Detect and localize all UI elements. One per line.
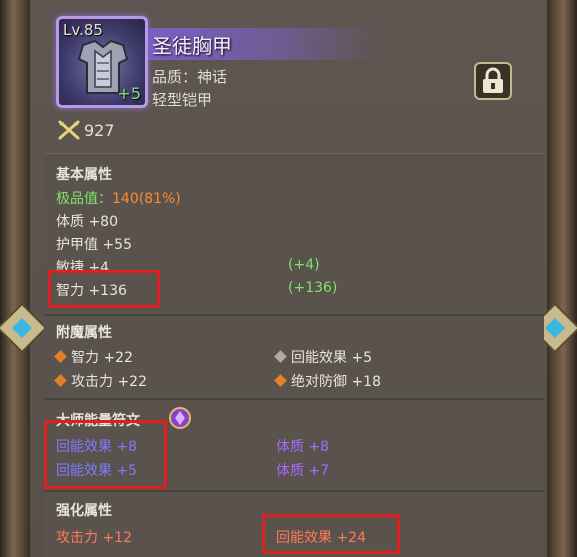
item-type: 轻型铠甲 bbox=[152, 91, 213, 109]
enchant-label: 回能效果 +5 bbox=[291, 350, 373, 366]
enchant-row: 回能效果 +5 bbox=[274, 347, 373, 367]
lock-button[interactable] bbox=[474, 62, 512, 100]
enchant-label: 绝对防御 +18 bbox=[291, 374, 381, 390]
stat-row: 体质 +80 bbox=[56, 214, 118, 230]
stat-bonus: (+4) bbox=[288, 257, 320, 273]
enchant-label: 智力 +22 bbox=[71, 350, 133, 366]
extreme-value: 140(81%) bbox=[112, 191, 181, 207]
stat-row: 护甲值 +55 bbox=[56, 237, 132, 253]
item-header: Lv.85 +5 圣徒胸甲 品质：神话 轻型铠甲 927 bbox=[30, 0, 547, 150]
item-portrait[interactable]: Lv.85 +5 bbox=[56, 16, 148, 108]
highlight-box bbox=[44, 420, 167, 489]
power-value: 927 bbox=[84, 120, 115, 140]
left-border bbox=[0, 0, 30, 557]
highlight-box bbox=[262, 514, 400, 554]
rune-gem-icon bbox=[169, 407, 191, 429]
highlight-box bbox=[48, 270, 160, 308]
section-divider bbox=[44, 490, 544, 492]
enhanced-attributes-title: 强化属性 bbox=[56, 503, 112, 519]
enchant-attributes-title: 附魔属性 bbox=[56, 325, 112, 341]
enchant-label: 攻击力 +22 bbox=[71, 374, 147, 390]
orange-diamond-icon bbox=[54, 350, 67, 363]
enchant-row: 攻击力 +22 bbox=[54, 371, 147, 391]
right-border bbox=[547, 0, 577, 557]
stat-bonus: (+136) bbox=[288, 280, 338, 296]
item-name: 圣徒胸甲 bbox=[152, 34, 232, 58]
rune-row: 体质 +8 bbox=[276, 439, 330, 455]
rune-row: 体质 +7 bbox=[276, 463, 330, 479]
enhanced-row: 攻击力 +12 bbox=[56, 530, 132, 546]
extreme-value-row: 极品值：140(81%) bbox=[56, 188, 181, 208]
base-attributes-title: 基本属性 bbox=[56, 167, 112, 183]
power-score: 927 bbox=[58, 120, 115, 140]
stats-panel: 基本属性 极品值：140(81%) 体质 +80 护甲值 +55 敏捷 +4 (… bbox=[44, 153, 544, 557]
enchant-row: 绝对防御 +18 bbox=[274, 371, 381, 391]
orange-diamond-icon bbox=[274, 374, 287, 387]
orange-diamond-icon bbox=[54, 374, 67, 387]
item-quality: 品质：神话 bbox=[152, 68, 228, 86]
section-divider bbox=[44, 314, 544, 316]
lock-icon bbox=[483, 67, 503, 93]
item-tooltip: Lv.85 +5 圣徒胸甲 品质：神话 轻型铠甲 927 基本属性 极品值：14… bbox=[0, 0, 577, 557]
side-gem-icon bbox=[0, 302, 48, 354]
extreme-value-label: 极品值： bbox=[56, 191, 112, 207]
item-enhance-level: +5 bbox=[117, 84, 141, 103]
gray-diamond-icon bbox=[274, 350, 287, 363]
enchant-row: 智力 +22 bbox=[54, 347, 133, 367]
crossed-swords-icon bbox=[58, 120, 80, 140]
section-divider bbox=[44, 398, 544, 400]
